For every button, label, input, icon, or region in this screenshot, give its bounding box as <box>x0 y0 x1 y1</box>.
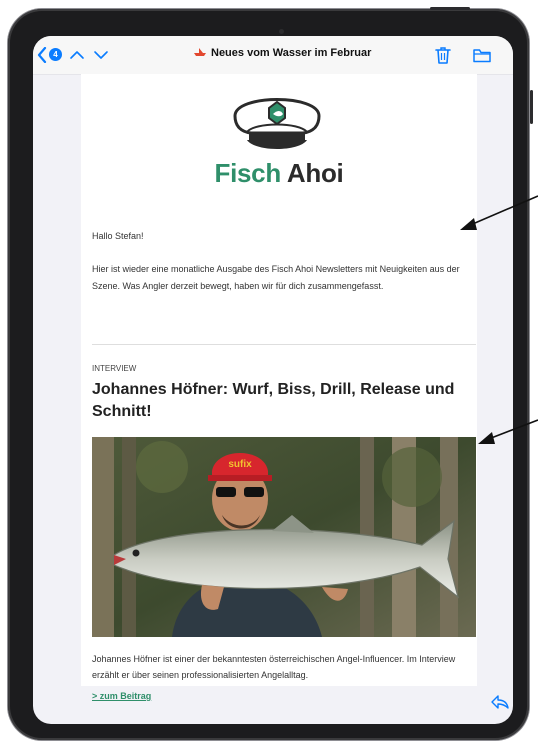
next-message-button[interactable] <box>93 48 109 62</box>
captain-hat-logo <box>233 98 321 149</box>
section-label: INTERVIEW <box>92 364 137 373</box>
mail-screen: 4 Neues vom Wasser im Februar Fisch Ahoi… <box>33 36 513 724</box>
newsletter-body: Fisch Ahoi Hallo Stefan! Hier ist wieder… <box>81 74 477 701</box>
brand-part-fisch: Fisch <box>214 158 282 188</box>
power-button <box>430 7 470 10</box>
trash-button[interactable] <box>435 46 451 64</box>
reply-button[interactable] <box>491 694 509 710</box>
angler-with-fish-image: sufix <box>92 437 476 637</box>
move-to-folder-button[interactable] <box>473 48 491 63</box>
chevron-down-icon <box>94 51 108 59</box>
article-teaser: Johannes Höfner ist einer der bekanntest… <box>92 654 456 680</box>
mail-toolbar: 4 Neues vom Wasser im Februar <box>33 36 513 75</box>
folder-icon <box>473 49 491 63</box>
cap-logo-text: sufix <box>228 459 252 470</box>
message-subject: Neues vom Wasser im Februar <box>193 47 393 63</box>
article-headline[interactable]: Johannes Höfner: Wurf, Biss, Drill, Rele… <box>92 379 476 423</box>
reply-icon <box>491 695 509 709</box>
front-camera <box>279 29 284 34</box>
brand-wordmark: Fisch Ahoi <box>81 158 477 188</box>
greeting: Hallo Stefan! <box>92 231 144 241</box>
trash-icon <box>435 47 451 64</box>
article-photo[interactable]: sufix <box>92 437 476 637</box>
section-divider <box>92 344 476 345</box>
chevron-up-icon <box>70 51 84 59</box>
subject-text: Neues vom Wasser im Februar <box>211 47 372 59</box>
intro-paragraph: Hier ist wieder eine monatliche Ausgabe … <box>92 264 460 291</box>
previous-message-button[interactable] <box>69 48 85 62</box>
boat-icon <box>194 48 206 56</box>
volume-button <box>530 90 533 124</box>
back-button[interactable]: 4 <box>37 46 67 64</box>
read-more-link[interactable]: > zum Beitrag <box>92 691 151 701</box>
chevron-left-icon <box>37 47 47 63</box>
unread-badge: 4 <box>49 48 62 61</box>
brand-part-ahoi: Ahoi <box>286 158 344 188</box>
